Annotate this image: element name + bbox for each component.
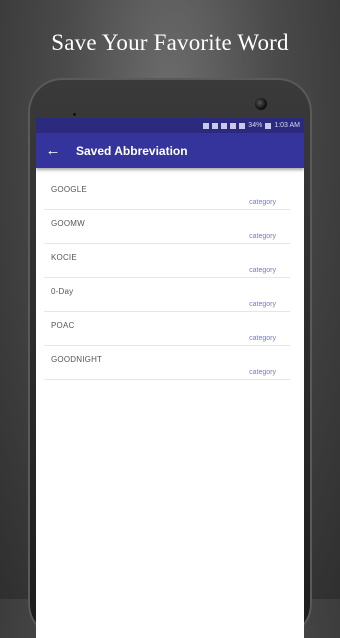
phone-screen: 34% 1:03 AM ← Saved Abbreviation GOOGLE … (36, 118, 304, 638)
abbreviation-list: GOOGLE category GOOMW category KOCIE cat… (36, 176, 304, 380)
item-name: POAC (51, 321, 75, 330)
phone-camera (255, 98, 267, 110)
status-bar: 34% 1:03 AM (36, 118, 304, 133)
item-name: KOCIE (51, 253, 77, 262)
item-category: category (249, 301, 276, 308)
item-name: GOOMW (51, 219, 85, 228)
page-title: Saved Abbreviation (76, 143, 188, 158)
vibrate-icon (221, 122, 228, 129)
list-item[interactable]: GOOMW category (44, 210, 290, 244)
list-item[interactable]: GOOGLE category (44, 176, 290, 210)
phone-frame: 34% 1:03 AM ← Saved Abbreviation GOOGLE … (28, 78, 312, 638)
battery-icon (265, 122, 272, 129)
item-category: category (249, 335, 276, 342)
notification-icon (212, 122, 219, 129)
item-category: category (249, 369, 276, 376)
list-item[interactable]: 0-Day category (44, 278, 290, 312)
clock-text: 1:03 AM (274, 122, 300, 129)
item-name: GOODNIGHT (51, 355, 103, 364)
list-item[interactable]: GOODNIGHT category (44, 346, 290, 380)
item-category: category (249, 267, 276, 274)
item-name: 0-Day (51, 287, 74, 296)
item-name: GOOGLE (51, 185, 87, 194)
phone-speaker (73, 103, 83, 134)
list-item[interactable]: KOCIE category (44, 244, 290, 278)
list-item[interactable]: POAC category (44, 312, 290, 346)
app-bar: ← Saved Abbreviation (36, 133, 304, 168)
signal-icon (239, 122, 246, 129)
item-category: category (249, 233, 276, 240)
promo-headline: Save Your Favorite Word (51, 30, 289, 55)
notification-icon (203, 122, 210, 129)
item-category: category (249, 199, 276, 206)
arrow-left-icon[interactable]: ← (38, 142, 68, 159)
battery-text: 34% (248, 122, 263, 129)
wifi-icon (230, 122, 237, 129)
